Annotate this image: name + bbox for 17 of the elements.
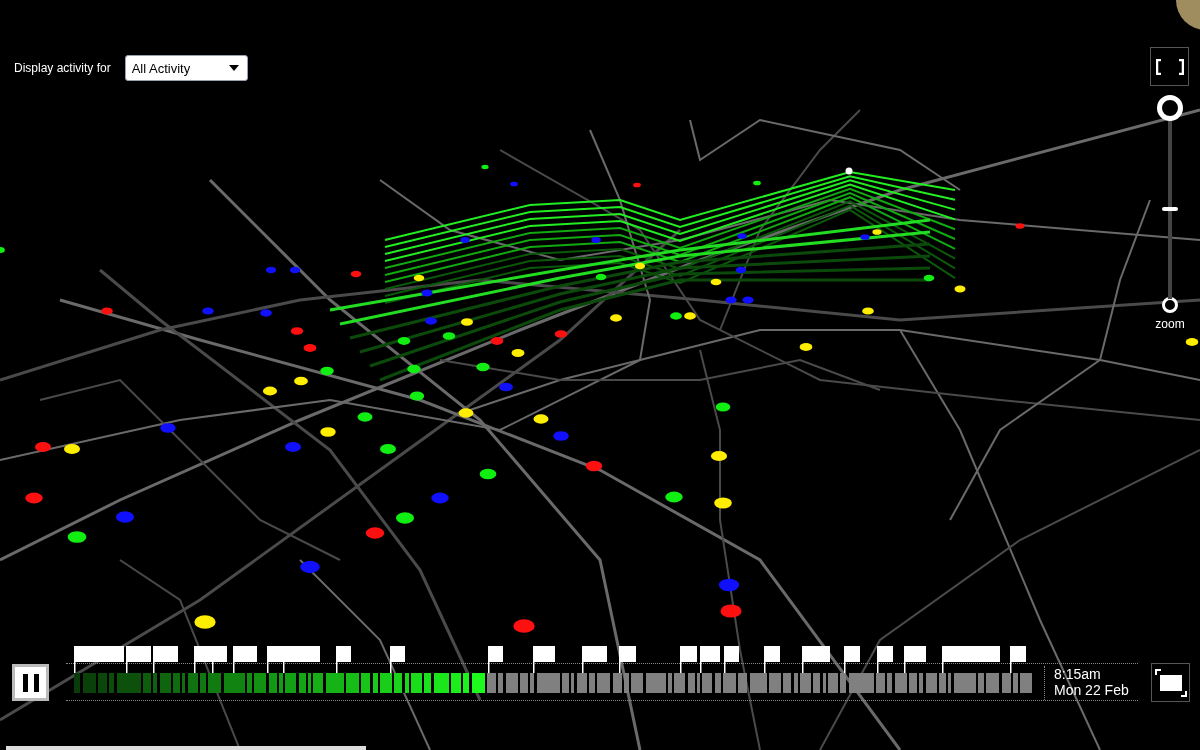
window-icon xyxy=(1154,668,1187,697)
activity-dropdown[interactable]: All Activity xyxy=(124,55,248,81)
caret-icon xyxy=(228,65,239,71)
filter-label: Display activity for xyxy=(14,60,111,77)
current-time: 8:15am xyxy=(1054,666,1102,682)
zoom-label: zoom xyxy=(1155,316,1185,333)
timeline-track[interactable] xyxy=(74,673,1034,693)
pause-button[interactable] xyxy=(12,664,49,701)
current-date: Mon 22 Feb xyxy=(1054,682,1129,698)
brackets-icon xyxy=(1155,58,1184,75)
fullscreen-button[interactable] xyxy=(1150,47,1189,86)
pause-icon xyxy=(22,673,39,692)
zoom-in-button[interactable] xyxy=(1157,95,1183,121)
scrollbar[interactable] xyxy=(6,746,366,750)
zoom-out-button[interactable] xyxy=(1162,297,1178,313)
zoom-slider-handle[interactable] xyxy=(1162,207,1178,211)
expand-view-button[interactable] xyxy=(1151,663,1190,702)
